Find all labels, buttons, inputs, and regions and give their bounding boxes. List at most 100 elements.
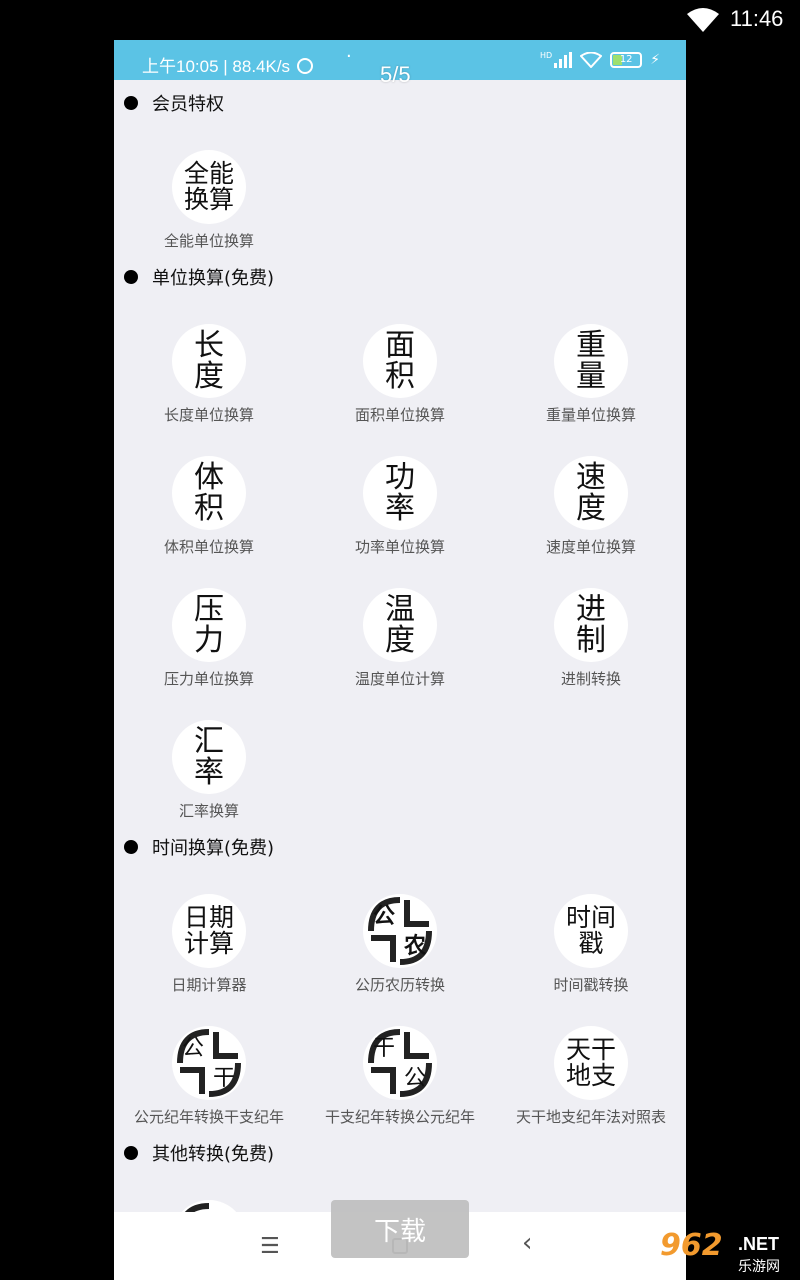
converter-item-timestamp[interactable]: 时间戳 时间戳转换	[496, 894, 686, 1004]
item-label: 压力单位换算	[163, 670, 254, 688]
converter-item-all[interactable]: 全能换算 全能单位换算	[114, 150, 304, 260]
watermark-sub: 乐游网	[738, 1259, 780, 1275]
exchange-rate-icon: 汇率	[172, 720, 246, 794]
system-status-bar: 11:46	[0, 0, 800, 40]
icon-text: 体积	[194, 459, 224, 526]
icon-text: 全能换算	[183, 158, 234, 214]
clock: 11:46	[730, 6, 784, 31]
converter-item-area[interactable]: 面积 面积单位换算	[305, 324, 495, 434]
converter-item-volume[interactable]: 体积 体积单位换算	[114, 456, 304, 566]
ganzhi-to-ad-icon: 干 公	[363, 1026, 437, 1100]
icon-text: 速度	[576, 459, 606, 526]
converter-item-weight[interactable]: 重量 重量单位换算	[496, 324, 686, 434]
inner-wifi-icon	[580, 52, 603, 68]
item-label: 体积单位换算	[163, 538, 254, 556]
battery-icon: 12	[610, 52, 643, 68]
item-label: 公元纪年转换干支纪年	[133, 1108, 284, 1126]
icon-glyph: 干	[373, 1036, 395, 1061]
lunar-calendar-icon: 公 农	[363, 894, 437, 968]
ganzhi-table-icon: 天干地支	[554, 1026, 628, 1100]
icon-text: 日期计算	[183, 902, 234, 958]
screenshot-viewer[interactable]: 上午10:05 | 88.4K/s · HD 12 ⚡ 5/5 会员特权 全能换…	[114, 40, 686, 1280]
converter-item-ganzhi-to-ad[interactable]: 干 公 干支纪年转换公元纪年	[305, 1026, 495, 1136]
signal-icon: HD	[540, 51, 573, 68]
icon-text: 面积	[385, 327, 415, 394]
item-label: 全能单位换算	[163, 232, 254, 250]
menu-icon[interactable]: ☰	[260, 1234, 280, 1259]
area-icon: 面积	[363, 324, 437, 398]
item-label: 汇率换算	[178, 802, 239, 820]
bullet-icon	[124, 96, 138, 110]
item-label: 进制转换	[560, 670, 621, 688]
icon-text: 重量	[576, 327, 606, 394]
charging-icon: ⚡	[650, 52, 661, 68]
inner-status-text: 上午10:05 | 88.4K/s	[142, 57, 291, 76]
item-label: 干支纪年转换公元纪年	[324, 1108, 475, 1126]
speed-icon: 速度	[554, 456, 628, 530]
icon-text: 时间戳	[565, 902, 616, 958]
page-indicator: 5/5	[380, 62, 411, 87]
section-heading-time: 时间换算(免费)	[124, 834, 274, 860]
download-button[interactable]: 下载	[331, 1200, 469, 1258]
converter-item-exchange-rate[interactable]: 汇率 汇率换算	[114, 720, 304, 830]
item-label: 时间戳转换	[553, 976, 629, 994]
back-icon[interactable]: ‹	[522, 1228, 532, 1258]
section-heading-other: 其他转换(免费)	[124, 1140, 274, 1166]
ad-to-ganzhi-icon: 公 干	[172, 1026, 246, 1100]
timestamp-icon: 时间戳	[554, 894, 628, 968]
inner-status-bar: 上午10:05 | 88.4K/s · HD 12 ⚡ 5/5	[114, 40, 686, 87]
icon-glyph: 公	[182, 1036, 204, 1061]
battery-level: 12	[619, 54, 633, 65]
watermark-logo: 962	[660, 1228, 723, 1263]
item-label: 面积单位换算	[354, 406, 445, 424]
icon-text: 长度	[194, 327, 224, 394]
section-title: 会员特权	[152, 94, 224, 115]
length-icon: 长度	[172, 324, 246, 398]
temperature-icon: 温度	[363, 588, 437, 662]
icon-text: 温度	[385, 591, 415, 658]
icon-text: 进制	[576, 591, 606, 658]
converter-item-lunar[interactable]: 公 农 公历农历转换	[305, 894, 495, 1004]
converter-item-pressure[interactable]: 压力 压力单位换算	[114, 588, 304, 698]
item-label: 功率单位换算	[354, 538, 445, 556]
section-heading-vip: 会员特权	[124, 90, 224, 116]
item-label: 天干地支纪年法对照表	[515, 1108, 666, 1126]
pressure-icon: 压力	[172, 588, 246, 662]
item-label: 温度单位计算	[354, 670, 445, 688]
radix-icon: 进制	[554, 588, 628, 662]
item-label: 公历农历转换	[354, 976, 445, 994]
power-icon: 功率	[363, 456, 437, 530]
converter-item-temperature[interactable]: 温度 温度单位计算	[305, 588, 495, 698]
converter-item-ad-to-ganzhi[interactable]: 公 干 公元纪年转换干支纪年	[114, 1026, 304, 1136]
section-title: 单位换算(免费)	[152, 268, 275, 289]
bullet-icon	[124, 840, 138, 854]
converter-item-radix[interactable]: 进制 进制转换	[496, 588, 686, 698]
hd-indicator: HD	[540, 51, 553, 60]
icon-glyph: 公	[373, 904, 395, 929]
converter-item-speed[interactable]: 速度 速度单位换算	[496, 456, 686, 566]
converter-item-date-calc[interactable]: 日期计算 日期计算器	[114, 894, 304, 1004]
item-label: 日期计算器	[171, 976, 247, 994]
alarm-icon	[296, 58, 313, 74]
converter-item-power[interactable]: 功率 功率单位换算	[305, 456, 495, 566]
watermark-net: .NET	[738, 1234, 780, 1254]
inner-status-left: 上午10:05 | 88.4K/s	[142, 52, 313, 77]
dot-icon: ·	[346, 46, 352, 67]
section-title: 时间换算(免费)	[152, 838, 275, 859]
converter-item-ganzhi-table[interactable]: 天干地支 天干地支纪年法对照表	[496, 1026, 686, 1136]
bullet-icon	[124, 1146, 138, 1160]
icon-text: 汇率	[194, 723, 224, 790]
volume-icon: 体积	[172, 456, 246, 530]
item-label: 速度单位换算	[545, 538, 636, 556]
icon-glyph: 公	[404, 1066, 426, 1091]
icon-glyph: 农	[403, 933, 426, 959]
icon-glyph: 干	[213, 1066, 235, 1091]
icon-text: 压力	[194, 591, 224, 658]
item-label: 长度单位换算	[163, 406, 254, 424]
bullet-icon	[124, 270, 138, 284]
weight-icon: 重量	[554, 324, 628, 398]
converter-item-length[interactable]: 长度 长度单位换算	[114, 324, 304, 434]
site-watermark: 962 .NET 乐游网	[660, 1228, 794, 1276]
icon-text: 天干地支	[565, 1034, 616, 1090]
wifi-icon	[687, 8, 719, 32]
